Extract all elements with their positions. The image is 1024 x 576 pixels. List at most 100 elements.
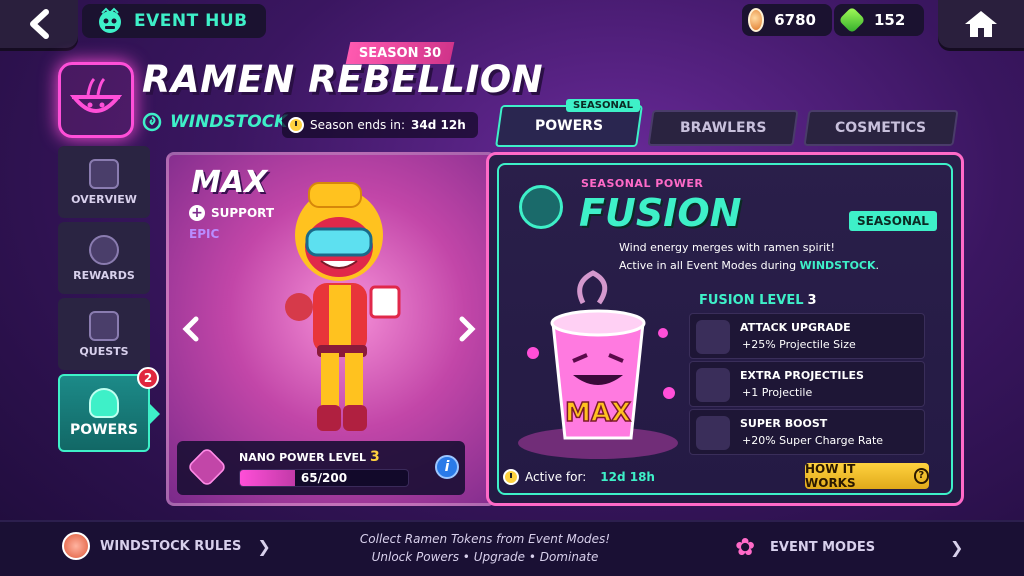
upgrade-title: EXTRA PROJECTILES [740,369,864,382]
hub-mascot-icon [99,7,121,33]
back-arrow-icon [30,9,49,39]
power-name: FUSION [579,191,742,235]
windstock-rules-button[interactable]: WINDSTOCK RULES ❯ [62,532,271,560]
notification-badge: 2 [137,367,159,389]
upgrade-title: ATTACK UPGRADE [740,321,851,334]
seasonal-tag: SEASONAL [566,99,640,112]
sidebar-overview-label: OVERVIEW [71,192,137,206]
fusion-level-row: FUSION LEVEL 3 [699,293,817,308]
multi-projectile-icon [696,368,730,402]
clock-icon [503,469,519,485]
event-hub-tag: EVENT HUB [82,4,266,38]
chevron-right-icon: ❯ [257,536,271,556]
event-title: RAMEN REBELLION [142,58,544,101]
cup-label: MAX [565,398,631,428]
clock-icon [288,117,304,133]
sidebar-quests-label: QUESTS [79,344,129,358]
tab-brawlers[interactable]: BRAWLERS [647,110,799,146]
coins-counter[interactable]: 6780 [742,4,832,36]
event-modes-button[interactable]: ✿ EVENT MODES [730,532,875,562]
how-it-works-label: HOW IT WORKS [805,462,856,490]
brawler-role-label: SUPPORT [211,206,275,220]
ramen-bowl-icon [89,388,119,418]
windstock-location: WINDSTOCK [142,112,287,132]
footer-message: Collect Ramen Tokens from Event Modes! U… [330,530,640,566]
active-timer: Active for: 12d 18h [503,469,655,485]
info-button[interactable]: i [435,455,459,479]
tab-brawlers-label: BRAWLERS [679,120,767,136]
question-icon: ? [913,468,929,484]
tab-cosmetics[interactable]: COSMETICS [803,110,959,146]
season-ends-label: Season ends in: [310,118,406,132]
nano-power-panel: NANO POWER LEVEL 3 65/200 i [177,441,465,495]
ramen-bowl-icon [62,532,90,560]
tab-cosmetics-label: COSMETICS [835,120,927,136]
top-bar: EVENT HUB 6780 152 [0,0,1024,48]
brawler-role: + SUPPORT [189,205,274,221]
upgrade-row: SUPER BOOST +20% Super Charge Rate [689,409,925,455]
coins-value: 6780 [774,11,816,29]
chevron-right-icon [459,316,476,342]
event-hub-label: EVENT HUB [134,11,248,31]
season-ends-value: 34d 12h [411,118,466,132]
power-desc-suffix: . [875,259,880,272]
home-button[interactable] [938,0,1024,48]
star-badge-icon [89,234,119,265]
support-icon: + [189,205,205,221]
projectile-icon [696,320,730,354]
home-icon [965,11,997,37]
nano-progress-text: 65/200 [300,471,348,485]
chevron-right-icon[interactable]: ❯ [950,538,963,557]
power-type-label: SEASONAL POWER [581,177,704,190]
swirl-icon [519,185,563,229]
sidebar-item-powers[interactable]: POWERS [58,374,150,452]
fusion-level-value: 3 [807,293,817,308]
upgrade-title: SUPER BOOST [740,417,828,430]
upgrade-desc: +25% Projectile Size [742,338,856,351]
active-value: 12d 18h [600,470,655,484]
nano-power-icon [186,446,228,488]
ramen-bowl-icon [69,77,123,113]
power-desc-highlight: WINDSTOCK [799,259,876,272]
sidebar-powers-label: POWERS [69,422,139,438]
footer-message-line2: Unlock Powers • Upgrade • Dominate [371,550,599,564]
sidebar-item-quests[interactable]: QUESTS [58,298,150,370]
clipboard-icon [89,310,119,341]
gems-counter[interactable]: 152 [834,4,924,36]
footer-message-line1: Collect Ramen Tokens from Event Modes! [359,532,611,546]
gem-icon [838,6,866,34]
ramen-bowl-logo [58,62,134,138]
coin-icon [748,8,765,32]
gems-value: 152 [874,11,906,29]
sidebar-rewards-label: REWARDS [73,268,135,282]
chevron-left-icon [182,316,199,342]
fusion-level-label: FUSION LEVEL [699,293,804,308]
how-it-works-button[interactable]: HOW IT WORKS ? [805,462,929,490]
brawler-character-art [285,182,401,431]
upgrade-desc: +20% Super Charge Rate [742,434,884,447]
season-timer: Season ends in: 34d 12h [282,112,478,138]
lotus-icon: ✿ [734,533,756,561]
location-name: WINDSTOCK [170,112,288,132]
skull-icon [696,416,730,450]
seasonal-badge: SEASONAL [849,211,937,231]
bottom-bar: WINDSTOCK RULES ❯ Collect Ramen Tokens f… [0,520,1024,576]
ticket-icon [89,158,119,189]
ramen-cup-art: MAX [518,270,678,459]
next-brawler-button[interactable] [457,315,477,351]
nano-power-label: NANO POWER LEVEL [239,451,367,464]
upgrade-row: ATTACK UPGRADE +25% Projectile Size [689,313,925,359]
active-label: Active for: [525,470,587,484]
brawler-name: MAX [191,165,268,200]
power-panel: SEASONAL POWER FUSION SEASONAL Wind ener… [486,152,964,506]
sidebar-item-overview[interactable]: OVERVIEW [58,146,150,218]
sidebar-item-rewards[interactable]: REWARDS [58,222,150,294]
back-button[interactable] [0,0,78,48]
nano-power-level: 3 [370,449,380,465]
prev-brawler-button[interactable] [181,315,201,351]
swirl-icon [142,112,162,132]
nano-power-label-row: NANO POWER LEVEL 3 [239,449,380,465]
brawler-card: MAX + SUPPORT EPIC NANO POWER LEVEL 3 65/… [166,152,496,506]
brawler-rarity: EPIC [189,227,220,241]
tab-powers-label: POWERS [534,118,604,134]
